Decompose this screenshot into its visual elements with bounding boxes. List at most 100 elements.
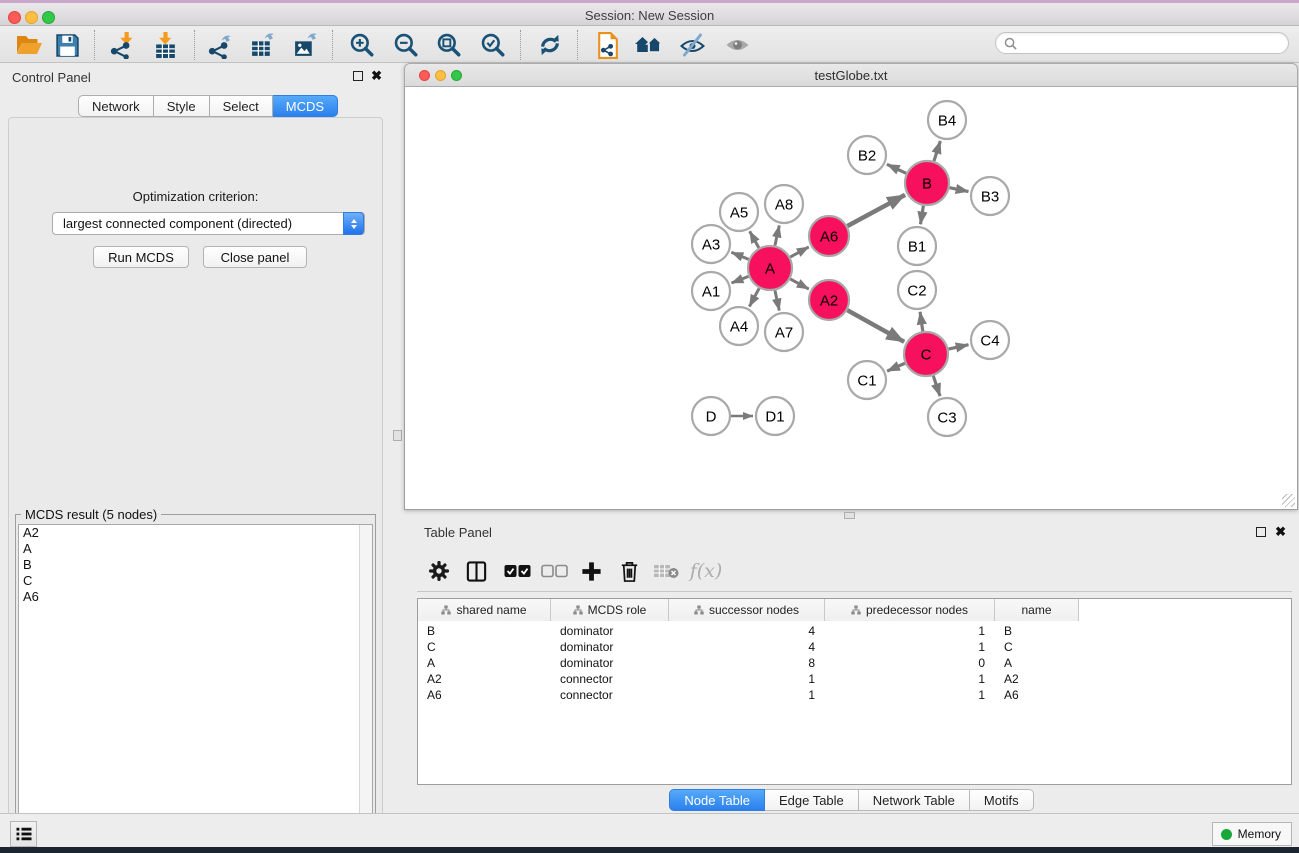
network-window-titlebar[interactable]: testGlobe.txt [404, 63, 1298, 87]
result-list-scrollbar[interactable] [359, 525, 372, 851]
float-panel-icon[interactable] [1256, 527, 1266, 537]
zoom-selected-button[interactable] [475, 28, 511, 62]
show-all-button[interactable] [719, 28, 755, 62]
cell-predecessor-nodes[interactable]: 1 [825, 623, 995, 639]
edge-A-A6[interactable] [790, 247, 809, 257]
edge-B-B2[interactable] [887, 164, 906, 173]
cell-shared-name[interactable]: A6 [418, 687, 551, 703]
close-panel-button[interactable]: Close panel [203, 246, 307, 268]
edge-A-A4[interactable] [749, 288, 759, 306]
add-column-button[interactable] [574, 554, 608, 588]
show-column-button[interactable] [459, 554, 493, 588]
edge-A-A7[interactable] [775, 290, 779, 310]
cell-name[interactable]: A6 [995, 687, 1079, 703]
tab-network[interactable]: Network [78, 95, 154, 117]
cell-MCDS-role[interactable]: dominator [551, 639, 669, 655]
search-input[interactable] [1017, 36, 1267, 50]
cell-MCDS-role[interactable]: connector [551, 687, 669, 703]
table-row[interactable]: Cdominator41C [418, 639, 1079, 655]
result-item[interactable]: A2 [19, 525, 372, 541]
cell-predecessor-nodes[interactable]: 1 [825, 687, 995, 703]
edge-A-A2[interactable] [790, 279, 809, 289]
cell-predecessor-nodes[interactable]: 1 [825, 639, 995, 655]
edge-A6-B[interactable] [847, 195, 905, 226]
split-divider-grip[interactable] [844, 512, 855, 519]
run-mcds-button[interactable]: Run MCDS [93, 246, 189, 268]
refresh-layout-button[interactable] [532, 28, 568, 62]
table-row[interactable]: A6connector11A6 [418, 687, 1079, 703]
tab-motifs[interactable]: Motifs [970, 789, 1034, 811]
deselect-checks-button[interactable] [537, 554, 571, 588]
export-table-button[interactable] [244, 28, 280, 62]
cell-shared-name[interactable]: B [418, 623, 551, 639]
edge-A-A5[interactable] [750, 231, 759, 248]
tab-select[interactable]: Select [210, 95, 273, 117]
cell-successor-nodes[interactable]: 4 [669, 639, 825, 655]
zoom-fit-button[interactable] [431, 28, 467, 62]
table-row[interactable]: A2connector11A2 [418, 671, 1079, 687]
function-builder-button[interactable]: f(x) [689, 554, 723, 588]
edge-C-C2[interactable] [920, 312, 923, 331]
import-network-button[interactable] [104, 28, 140, 62]
delete-table-button[interactable] [649, 554, 683, 588]
cell-successor-nodes[interactable]: 4 [669, 623, 825, 639]
export-image-button[interactable] [287, 28, 323, 62]
tab-node-table[interactable]: Node Table [669, 789, 765, 811]
table-row[interactable]: Adominator80A [418, 655, 1079, 671]
table-options-button[interactable] [422, 554, 456, 588]
tab-network-table[interactable]: Network Table [859, 789, 970, 811]
zoom-out-button[interactable] [388, 28, 424, 62]
edge-C-C1[interactable] [887, 363, 905, 371]
task-history-button[interactable] [10, 821, 37, 847]
criterion-dropdown[interactable]: largest connected component (directed) [52, 212, 365, 235]
split-divider-grip[interactable] [393, 430, 402, 441]
edge-B-B4[interactable] [934, 141, 940, 161]
open-file-button[interactable] [11, 28, 47, 62]
search-field[interactable] [995, 32, 1289, 54]
column-header-MCDS-role[interactable]: MCDS role [551, 599, 669, 621]
cell-MCDS-role[interactable]: connector [551, 671, 669, 687]
edge-A-A8[interactable] [775, 225, 779, 245]
result-item[interactable]: B [19, 557, 372, 573]
column-header-name[interactable]: name [995, 599, 1079, 621]
cell-MCDS-role[interactable]: dominator [551, 623, 669, 639]
save-session-button[interactable] [49, 28, 85, 62]
cell-successor-nodes[interactable]: 1 [669, 671, 825, 687]
edge-B-B1[interactable] [920, 206, 923, 225]
network-graph[interactable]: AA1A2A3A4A5A6A7A8BB1B2B3B4CC1C2C3C4DD1 [405, 87, 1297, 508]
tab-style[interactable]: Style [154, 95, 210, 117]
node-table[interactable]: shared nameMCDS rolesuccessor nodesprede… [417, 598, 1292, 785]
close-panel-icon[interactable]: ✖ [371, 68, 382, 84]
first-neighbors-button[interactable] [631, 28, 667, 62]
cell-MCDS-role[interactable]: dominator [551, 655, 669, 671]
close-panel-icon[interactable]: ✖ [1275, 524, 1286, 540]
result-item[interactable]: A [19, 541, 372, 557]
cell-shared-name[interactable]: A [418, 655, 551, 671]
cell-successor-nodes[interactable]: 8 [669, 655, 825, 671]
network-canvas[interactable]: AA1A2A3A4A5A6A7A8BB1B2B3B4CC1C2C3C4DD1 [404, 87, 1298, 510]
select-all-checks-button[interactable] [500, 554, 534, 588]
clone-network-button[interactable] [589, 28, 625, 62]
cell-name[interactable]: A [995, 655, 1079, 671]
edge-A-A3[interactable] [731, 252, 748, 259]
cell-predecessor-nodes[interactable]: 1 [825, 671, 995, 687]
cell-name[interactable]: A2 [995, 671, 1079, 687]
resize-grip-icon[interactable] [1282, 494, 1295, 507]
cell-name[interactable]: B [995, 623, 1079, 639]
cell-shared-name[interactable]: C [418, 639, 551, 655]
cell-shared-name[interactable]: A2 [418, 671, 551, 687]
cell-successor-nodes[interactable]: 1 [669, 687, 825, 703]
edge-A2-C[interactable] [847, 310, 904, 342]
float-panel-icon[interactable] [353, 71, 363, 81]
memory-button[interactable]: Memory [1212, 822, 1292, 846]
edge-A-A1[interactable] [731, 276, 748, 283]
hide-selected-button[interactable] [674, 28, 710, 62]
mcds-result-list[interactable]: A2ABCA6 [18, 524, 373, 852]
delete-column-button[interactable] [612, 554, 646, 588]
result-item[interactable]: C [19, 573, 372, 589]
edge-C-C3[interactable] [933, 376, 940, 396]
column-header-shared-name[interactable]: shared name [418, 599, 551, 621]
tab-mcds[interactable]: MCDS [273, 95, 338, 117]
cell-name[interactable]: C [995, 639, 1079, 655]
tab-edge-table[interactable]: Edge Table [765, 789, 859, 811]
